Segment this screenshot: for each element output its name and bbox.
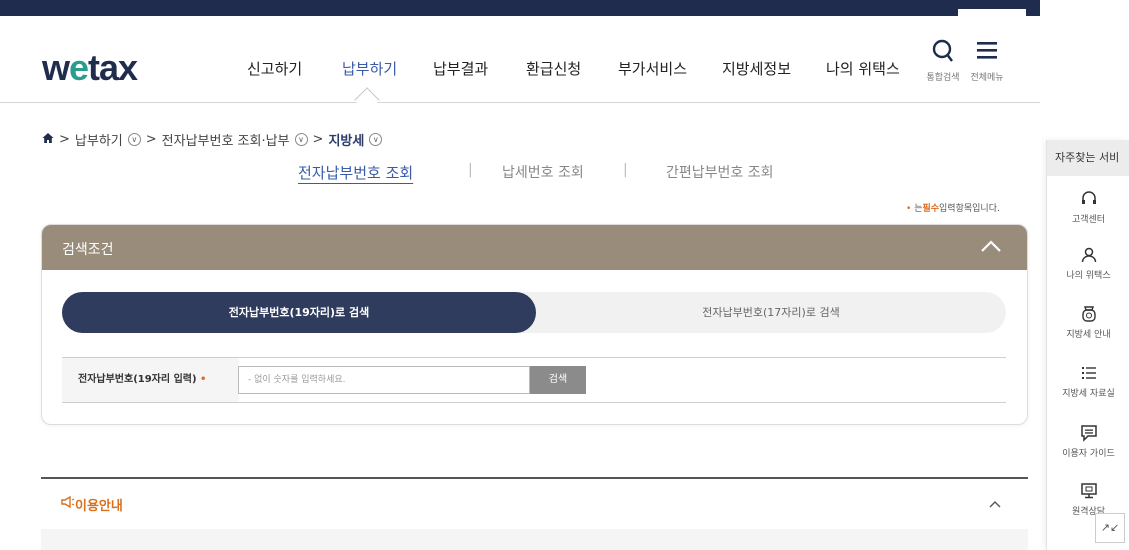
required-dot: • bbox=[200, 374, 207, 385]
search-conditions-panel: 검색조건 전자납부번호(19자리)로 검색 전자납부번호(17자리)로 검색 전… bbox=[41, 224, 1028, 425]
chat-bubble-icon bbox=[1047, 424, 1129, 446]
usage-guide-content bbox=[41, 529, 1028, 550]
search-button[interactable]: 통합검색 bbox=[921, 38, 965, 83]
toggle-17-digit[interactable]: 전자납부번호(17자리)로 검색 bbox=[536, 292, 1006, 333]
usage-guide-section[interactable]: 이용안내 bbox=[41, 479, 1028, 529]
tax-bag-icon bbox=[1047, 305, 1129, 327]
quick-menu-title: 자주찾는 서비 bbox=[1047, 140, 1129, 176]
quick-item-customer-center[interactable]: 고객센터 bbox=[1047, 190, 1129, 225]
search-mode-toggle: 전자납부번호(19자리)로 검색 전자납부번호(17자리)로 검색 bbox=[62, 292, 1006, 333]
search-label: 통합검색 bbox=[926, 73, 960, 83]
list-icon bbox=[1047, 364, 1129, 386]
all-menu-button[interactable]: 전체메뉴 bbox=[965, 38, 1009, 83]
megaphone-icon bbox=[61, 494, 75, 513]
chevron-down-icon[interactable]: ∨ bbox=[369, 133, 383, 146]
required-note-suffix: 입력항목입니다. bbox=[939, 204, 1000, 214]
nav-item-file[interactable]: 신고하기 bbox=[247, 58, 302, 79]
tab-simple-payment-number[interactable]: 간편납부번호 조회 bbox=[666, 162, 774, 182]
field-label: 전자납부번호(19자리 입력) bbox=[78, 374, 197, 385]
site-header: wetax 신고하기 납부하기 납부결과 환급신청 부가서비스 지방세정보 나의… bbox=[0, 16, 1040, 113]
tab-electronic-payment-number[interactable]: 전자납부번호 조회 bbox=[298, 162, 413, 183]
nav-item-refund[interactable]: 환급신청 bbox=[526, 58, 581, 79]
quick-item-remote-support[interactable]: 원격상담 bbox=[1047, 482, 1129, 517]
nav-item-pay-result[interactable]: 납부결과 bbox=[433, 58, 488, 79]
search-submit-button[interactable]: 검색 bbox=[530, 366, 586, 394]
breadcrumb-separator: > bbox=[312, 132, 324, 147]
tab-separator: | bbox=[623, 162, 628, 178]
payment-number-input[interactable] bbox=[238, 366, 530, 394]
nav-item-extra-services[interactable]: 부가서비스 bbox=[618, 58, 687, 79]
active-nav-caret bbox=[354, 87, 380, 113]
monitor-icon bbox=[1047, 482, 1129, 504]
required-note-emph: 필수 bbox=[922, 204, 940, 214]
expand-quick-menu-button[interactable]: ↗↙ bbox=[1095, 513, 1125, 543]
breadcrumb-separator: > bbox=[145, 132, 157, 147]
quick-item-local-tax-library[interactable]: 지방세 자료실 bbox=[1047, 364, 1129, 399]
logo-text: w bbox=[42, 47, 70, 88]
top-utility-bar bbox=[0, 0, 1040, 16]
breadcrumb-level1[interactable]: 납부하기 bbox=[75, 130, 123, 149]
nav-item-pay[interactable]: 납부하기 bbox=[342, 58, 397, 79]
nav-item-local-tax-info[interactable]: 지방세정보 bbox=[722, 58, 791, 79]
breadcrumb-level3[interactable]: 지방세 bbox=[328, 130, 364, 149]
panel-header[interactable]: 검색조건 bbox=[42, 225, 1027, 270]
page: wetax 신고하기 납부하기 납부결과 환급신청 부가서비스 지방세정보 나의… bbox=[0, 0, 1129, 550]
chevron-up-icon[interactable] bbox=[988, 495, 1002, 514]
quick-item-local-tax-guide[interactable]: 지방세 안내 bbox=[1047, 305, 1129, 340]
logo-text-e: e bbox=[69, 47, 89, 88]
wetax-logo[interactable]: wetax bbox=[42, 47, 138, 88]
top-utility-tab[interactable] bbox=[958, 9, 1026, 16]
search-icon bbox=[921, 38, 965, 70]
chevron-down-icon[interactable]: ∨ bbox=[127, 133, 141, 146]
toggle-19-digit[interactable]: 전자납부번호(19자리)로 검색 bbox=[62, 292, 536, 333]
hamburger-icon bbox=[965, 38, 1009, 70]
quick-item-label: 고객센터 bbox=[1071, 215, 1106, 225]
chevron-up-icon[interactable] bbox=[979, 235, 1003, 261]
expand-arrows-icon: ↗↙ bbox=[1100, 521, 1120, 534]
search-form-row: 전자납부번호(19자리 입력) • 검색 bbox=[62, 357, 1006, 403]
quick-item-my-wetax[interactable]: 나의 위택스 bbox=[1047, 246, 1129, 281]
quick-item-user-guide[interactable]: 이용자 가이드 bbox=[1047, 424, 1129, 459]
headset-icon bbox=[1047, 190, 1129, 212]
quick-item-label: 나의 위택스 bbox=[1066, 271, 1111, 281]
quick-item-label: 지방세 자료실 bbox=[1062, 389, 1115, 399]
nav-item-my-wetax[interactable]: 나의 위택스 bbox=[826, 58, 900, 79]
usage-guide-title: 이용안내 bbox=[75, 499, 123, 514]
tab-separator: | bbox=[468, 162, 473, 178]
logo-text-tax: tax bbox=[88, 47, 138, 88]
breadcrumb: > 납부하기 ∨ > 전자납부번호 조회·납부 ∨ > 지방세 ∨ bbox=[42, 130, 383, 149]
quick-item-label: 지방세 안내 bbox=[1066, 330, 1111, 340]
menu-label: 전체메뉴 bbox=[970, 73, 1004, 83]
required-dot: • bbox=[906, 204, 912, 214]
home-icon[interactable] bbox=[42, 132, 54, 148]
chevron-down-icon[interactable]: ∨ bbox=[294, 133, 308, 146]
field-label-cell: 전자납부번호(19자리 입력) • bbox=[62, 358, 239, 402]
breadcrumb-level2[interactable]: 전자납부번호 조회·납부 bbox=[162, 130, 290, 149]
tab-taxpayer-number[interactable]: 납세번호 조회 bbox=[502, 162, 584, 182]
panel-title: 검색조건 bbox=[62, 242, 114, 258]
breadcrumb-separator: > bbox=[59, 132, 70, 147]
quick-menu: 자주찾는 서비 고객센터 나의 위택스 지방세 안내 지방세 자료실 이용자 가… bbox=[1046, 140, 1129, 550]
required-field-note: • 는필수입력항목입니다. bbox=[906, 201, 1000, 214]
user-icon bbox=[1047, 246, 1129, 268]
quick-item-label: 이용자 가이드 bbox=[1062, 449, 1115, 459]
